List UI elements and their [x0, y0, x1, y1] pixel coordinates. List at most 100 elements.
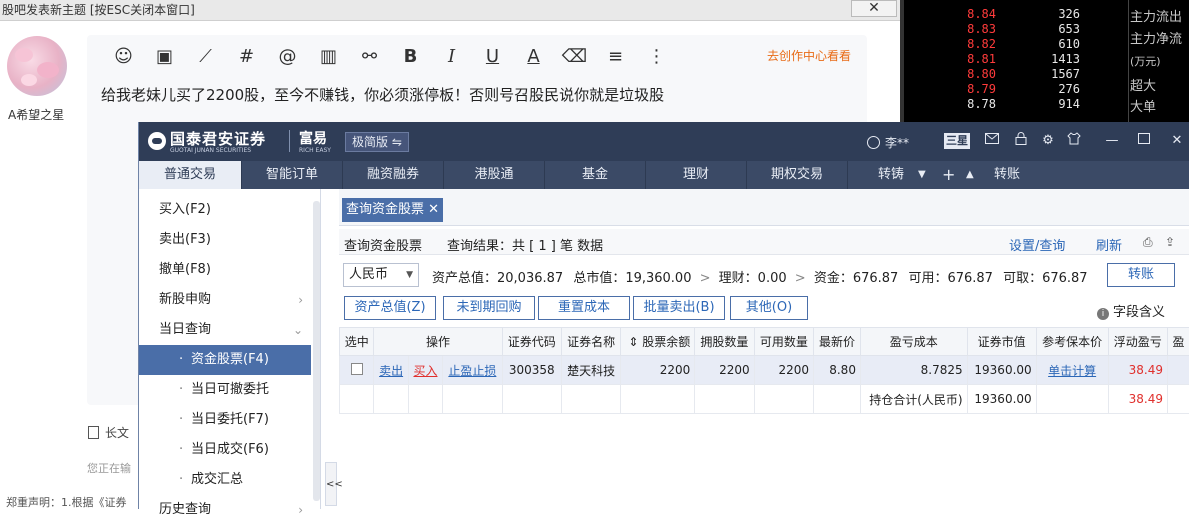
- calc-breakeven-link[interactable]: 单击计算: [1048, 364, 1096, 378]
- column-header[interactable]: 可用数量: [754, 328, 813, 356]
- tab-margin-trading[interactable]: 融资融券: [343, 161, 444, 189]
- withdrawable-value: 可取：676.87: [1003, 271, 1088, 286]
- italic-icon[interactable]: I: [431, 42, 472, 70]
- long-text-button[interactable]: 长文: [88, 424, 129, 441]
- version-switch[interactable]: 极简版 ⇋: [345, 132, 409, 152]
- sidebar-scrollbar[interactable]: [313, 201, 320, 501]
- sell-link[interactable]: 卖出: [379, 364, 403, 378]
- sidebar-item[interactable]: 历史查询›: [139, 495, 311, 525]
- transfer-button[interactable]: 转账: [1107, 263, 1175, 287]
- print-icon[interactable]: ⎙: [1143, 235, 1153, 250]
- sidebar-item[interactable]: 当日查询⌄: [139, 315, 311, 345]
- cell-cost: 8.7825: [860, 356, 967, 385]
- dropdown-icon[interactable]: ▼: [918, 161, 926, 189]
- column-header[interactable]: 盈: [1167, 328, 1189, 356]
- mention-icon[interactable]: @: [267, 42, 308, 70]
- column-header[interactable]: 浮动盈亏: [1108, 328, 1167, 356]
- column-header[interactable]: 最新价: [814, 328, 861, 356]
- align-icon[interactable]: ≡: [595, 42, 636, 70]
- tab-hk-connect[interactable]: 港股通: [444, 161, 545, 189]
- bar-chart-icon[interactable]: ▥: [308, 42, 349, 70]
- lock-icon[interactable]: [1013, 132, 1029, 150]
- nav-transfer[interactable]: 转账: [994, 161, 1020, 189]
- column-header[interactable]: ⇕ 股票余额: [621, 328, 695, 356]
- table-row[interactable]: 卖出 买入 止盈止损 300358 楚天科技 2200 2200 2200 8.…: [340, 356, 1189, 385]
- more-icon[interactable]: ⋮: [636, 42, 677, 70]
- tab-wealth[interactable]: 理财: [646, 161, 747, 189]
- creator-center-link[interactable]: 去创作中心看看: [767, 47, 851, 64]
- topic-hash-icon[interactable]: #: [226, 42, 267, 70]
- reset-cost-button[interactable]: 重置成本: [538, 296, 630, 320]
- batch-sell-button[interactable]: 批量卖出(B): [633, 296, 725, 320]
- title-bar[interactable]: 国泰君安证券 GUOTAI JUNAN SECURITIES 富易 RICH E…: [139, 122, 1189, 161]
- add-tab-icon[interactable]: +: [942, 161, 955, 189]
- column-header[interactable]: 拥股数量: [695, 328, 754, 356]
- nav-extra: ▼ + ▲ 转账: [908, 161, 1189, 189]
- info-icon: i: [1097, 308, 1109, 320]
- sidebar-item[interactable]: 买入(F2): [139, 195, 311, 225]
- column-header[interactable]: 盈亏成本: [860, 328, 967, 356]
- emoji-icon[interactable]: ☺: [103, 42, 144, 70]
- row-checkbox[interactable]: [351, 363, 363, 375]
- buy-link[interactable]: 买入: [413, 364, 437, 378]
- user-account[interactable]: 李**: [867, 134, 909, 151]
- maximize-icon[interactable]: [1136, 132, 1152, 150]
- column-header[interactable]: 证券代码: [502, 328, 561, 356]
- stop-profit-loss-link[interactable]: 止盈止损: [448, 364, 496, 378]
- field-meaning-link[interactable]: i字段含义: [1097, 301, 1165, 320]
- settings-query-link[interactable]: 设置/查询: [1009, 235, 1065, 254]
- sidebar-item[interactable]: 卖出(F3): [139, 225, 311, 255]
- sidebar-item[interactable]: ·成交汇总: [139, 465, 311, 495]
- sidebar-item[interactable]: ·当日委托(F7): [139, 405, 311, 435]
- username[interactable]: A希望之星: [8, 106, 64, 123]
- row-select-cell[interactable]: [340, 356, 374, 385]
- tab-fund[interactable]: 基金: [545, 161, 646, 189]
- bold-icon[interactable]: B: [390, 42, 431, 70]
- column-header[interactable]: 操作: [374, 328, 502, 356]
- tab-transfer-cut[interactable]: 转铸: [848, 161, 908, 189]
- forum-close-button[interactable]: ✕: [851, 0, 897, 17]
- sidebar-item[interactable]: 撤单(F8): [139, 255, 311, 285]
- mail-icon[interactable]: [984, 132, 1000, 150]
- collapse-up-icon[interactable]: ▲: [966, 161, 974, 189]
- skin-icon[interactable]: [1066, 132, 1082, 150]
- sidebar-item-label: 卖出(F3): [159, 225, 211, 255]
- other-button[interactable]: 其他(O): [730, 296, 808, 320]
- tab-normal-trading[interactable]: 普通交易: [139, 161, 242, 189]
- column-header[interactable]: 选中: [340, 328, 374, 356]
- sidebar-item[interactable]: ·当日成交(F6): [139, 435, 311, 465]
- settings-icon[interactable]: ⚙: [1040, 132, 1056, 150]
- column-header[interactable]: 证券市值: [967, 328, 1036, 356]
- disclaimer: 郑重声明：1.根据《证券: [6, 494, 127, 510]
- cell-code: 300358: [502, 356, 561, 385]
- image-icon[interactable]: ▣: [144, 42, 185, 70]
- avatar[interactable]: [7, 36, 67, 96]
- chevron-right-icon: ›: [298, 285, 303, 315]
- tab-smart-order[interactable]: 智能订单: [242, 161, 343, 189]
- underline-icon[interactable]: U: [472, 42, 513, 70]
- sidebar-item[interactable]: ·资金股票(F4): [139, 345, 311, 375]
- link-icon[interactable]: ⚯: [349, 42, 390, 70]
- query-result: 查询结果：共 [ 1 ] 笔 数据: [447, 235, 603, 254]
- sidebar-item[interactable]: 新股申购›: [139, 285, 311, 315]
- rating-badge[interactable]: 三星: [944, 133, 970, 149]
- tab-options[interactable]: 期权交易: [747, 161, 848, 189]
- tab-query-funds-stocks[interactable]: 查询资金股票 ✕: [342, 198, 443, 222]
- stock-chart-icon[interactable]: ⟋: [185, 42, 226, 70]
- total-assets-button[interactable]: 资产总值(Z): [344, 296, 436, 320]
- post-content[interactable]: 给我老妹儿买了2200股，至今不赚钱，你必须涨停板！否则号召股民说你就是垃圾股: [101, 84, 664, 105]
- column-header[interactable]: 证券名称: [561, 328, 620, 356]
- currency-select[interactable]: 人民币▼: [343, 263, 419, 287]
- export-icon[interactable]: ⇪: [1165, 235, 1175, 249]
- minimize-icon[interactable]: —: [1104, 132, 1120, 150]
- font-color-icon[interactable]: A: [513, 42, 554, 70]
- eraser-icon[interactable]: ⌫: [554, 42, 595, 70]
- column-header[interactable]: 参考保本价: [1036, 328, 1108, 356]
- close-icon[interactable]: ✕: [1169, 132, 1185, 150]
- quote-label: 主力净流: [1130, 28, 1182, 47]
- stop-action-cell: 止盈止损: [443, 356, 502, 385]
- sidebar-item[interactable]: ·当日可撤委托: [139, 375, 311, 405]
- refresh-link[interactable]: 刷新: [1096, 235, 1122, 254]
- unexpired-repo-button[interactable]: 未到期回购: [443, 296, 535, 320]
- collapse-sidebar-button[interactable]: <<: [325, 462, 337, 506]
